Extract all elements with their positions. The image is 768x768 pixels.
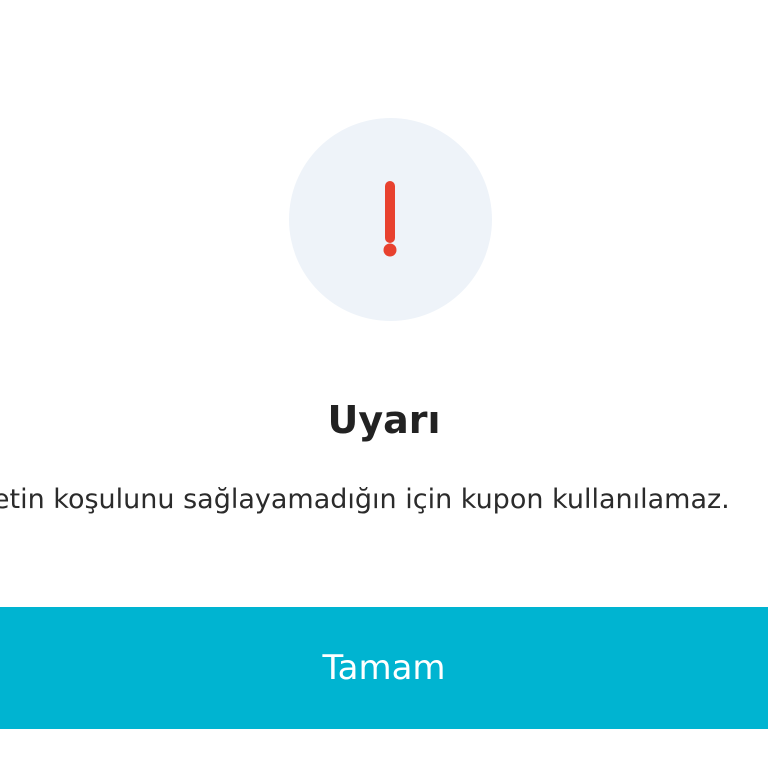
dialog-message-container: Sepetin koşulunu sağlayamadığın için kup… xyxy=(0,478,768,522)
ok-button[interactable]: Tamam xyxy=(0,607,768,729)
exclamation-icon xyxy=(383,181,397,257)
warning-dialog: Uyarı Sepetin koşulunu sağlayamadığın iç… xyxy=(0,0,768,768)
dialog-title: Uyarı xyxy=(327,398,441,442)
warning-icon-circle xyxy=(289,118,492,321)
dialog-message: Sepetin koşulunu sağlayamadığın için kup… xyxy=(0,484,730,515)
